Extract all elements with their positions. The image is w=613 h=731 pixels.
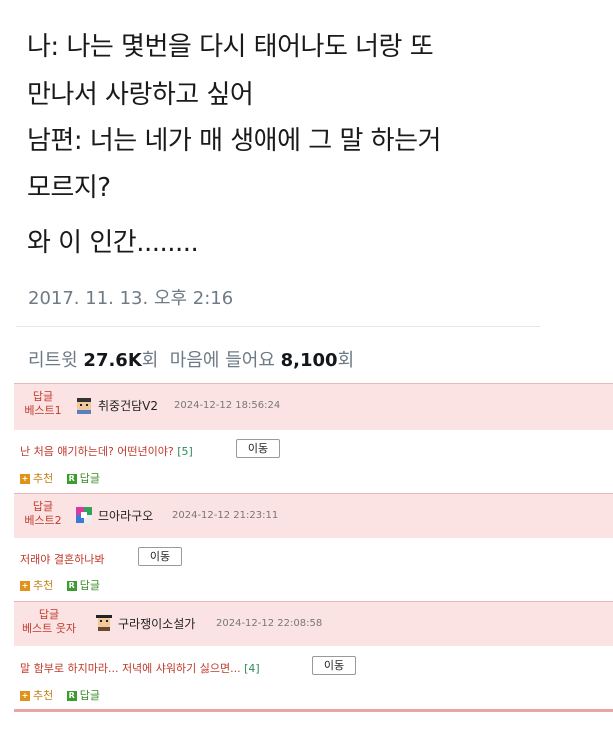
tweet-date: 2017. 11. 13. 오후 2:16 [28, 288, 234, 309]
comment-text[interactable]: 말 함부로 하지마라... 저녁에 샤워하기 싫으면... [4] [20, 660, 260, 676]
reply-label: 답글 [79, 579, 100, 592]
comments-bottom-divider [14, 709, 613, 712]
badge-bottom: 베스트 웃자 [21, 622, 77, 635]
tweet-line-2: 만나서 사랑하고 싶어 [27, 80, 254, 110]
like-count: 8,100 [280, 350, 338, 371]
comment-header: 답글 베스트2 므아라구오 2024-12-12 21:23:11 [14, 493, 613, 538]
reply-label: 답글 [79, 472, 100, 485]
comment-item: 답글 베스트2 므아라구오 2024-12-12 21:23:11 저래야 결혼… [14, 493, 613, 601]
reply-button[interactable]: R 답글 [66, 577, 100, 593]
comment-header: 답글 베스트1 취중건담V2 2024-12-12 18:56:24 [14, 383, 613, 430]
reply-button[interactable]: R 답글 [66, 470, 100, 486]
like-label: 마음에 들어요 [169, 350, 275, 371]
pixel-avatar-icon[interactable] [94, 614, 114, 632]
comment-item: 답글 베스트1 취중건담V2 2024-12-12 18:56:24 난 처음 … [14, 383, 613, 493]
recommend-button[interactable]: + 추천 [20, 577, 53, 593]
plus-square-icon: + [20, 474, 30, 484]
badge-bottom: 베스트1 [24, 404, 62, 417]
best-badge: 답글 베스트2 [18, 500, 68, 528]
recommend-label: 추천 [33, 579, 54, 592]
comment-nickname[interactable]: 취중건담V2 [98, 397, 158, 414]
comment-actions: + 추천 R 답글 [20, 687, 110, 703]
comment-actions: + 추천 R 답글 [20, 470, 110, 486]
best-badge: 답글 베스트 웃자 [16, 608, 82, 636]
best-badge: 답글 베스트1 [18, 390, 68, 418]
plus-square-icon: + [20, 691, 30, 701]
recommend-label: 추천 [33, 472, 54, 485]
comment-reply-count: [4] [244, 662, 260, 675]
tweet-line-1: 나: 나는 몇번을 다시 태어나도 너랑 또 [27, 32, 434, 62]
tweet-divider [16, 326, 540, 327]
tweet-line-4: 모르지? [27, 173, 111, 203]
comment-time: 2024-12-12 22:08:58 [216, 618, 323, 629]
comment-time: 2024-12-12 18:56:24 [174, 400, 281, 411]
tweet-line-5: 와 이 인간........ [27, 228, 199, 258]
retweet-unit: 회 [141, 350, 159, 371]
best-comments: 답글 베스트1 취중건담V2 2024-12-12 18:56:24 난 처음 … [14, 383, 613, 713]
comment-body: 난 처음 얘기하는데? 어떤년이야? [20, 445, 174, 458]
move-button[interactable]: 이동 [138, 547, 182, 566]
comment-header: 답글 베스트 웃자 구라쟁이소설가 2024-12-12 22:08:58 [14, 601, 613, 646]
r-square-icon: R [66, 474, 77, 484]
r-square-icon: R [66, 691, 77, 701]
tweet-card: 나: 나는 몇번을 다시 태어나도 너랑 또 만나서 사랑하고 싶어 남편: 너… [0, 0, 613, 383]
recommend-button[interactable]: + 추천 [20, 687, 53, 703]
comment-time: 2024-12-12 21:23:11 [172, 510, 279, 521]
reply-button[interactable]: R 답글 [66, 687, 100, 703]
move-button[interactable]: 이동 [312, 656, 356, 675]
like-unit: 회 [337, 350, 355, 371]
comment-item: 답글 베스트 웃자 구라쟁이소설가 2024-12-12 22:08:58 말 … [14, 601, 613, 709]
comment-nickname[interactable]: 므아라구오 [98, 507, 153, 524]
badge-top: 답글 [38, 608, 60, 621]
reply-label: 답글 [79, 689, 100, 702]
retweet-label: 리트윗 [28, 350, 78, 371]
comment-actions: + 추천 R 답글 [20, 577, 110, 593]
badge-bottom: 베스트2 [24, 514, 62, 527]
recommend-label: 추천 [33, 689, 54, 702]
pixel-avatar-icon[interactable] [74, 506, 94, 524]
comment-body: 저래야 결혼하나봐 [20, 553, 105, 566]
move-button[interactable]: 이동 [236, 439, 280, 458]
badge-top: 답글 [32, 500, 54, 513]
badge-top: 답글 [32, 390, 54, 403]
comment-text[interactable]: 난 처음 얘기하는데? 어떤년이야? [5] [20, 443, 193, 459]
tweet-stats: 리트윗 27.6K회 마음에 들어요 8,100회 [28, 346, 354, 372]
plus-square-icon: + [20, 581, 30, 591]
comment-text[interactable]: 저래야 결혼하나봐 [20, 551, 104, 567]
r-square-icon: R [66, 581, 77, 591]
tweet-line-3: 남편: 너는 네가 매 생애에 그 말 하는거 [27, 126, 441, 156]
retweet-count: 27.6K [83, 350, 142, 371]
comment-body: 말 함부로 하지마라... 저녁에 샤워하기 싫으면... [20, 662, 241, 675]
pixel-avatar-icon[interactable] [74, 397, 94, 415]
comment-nickname[interactable]: 구라쟁이소설가 [118, 615, 195, 632]
comment-reply-count: [5] [177, 445, 193, 458]
recommend-button[interactable]: + 추천 [20, 470, 53, 486]
